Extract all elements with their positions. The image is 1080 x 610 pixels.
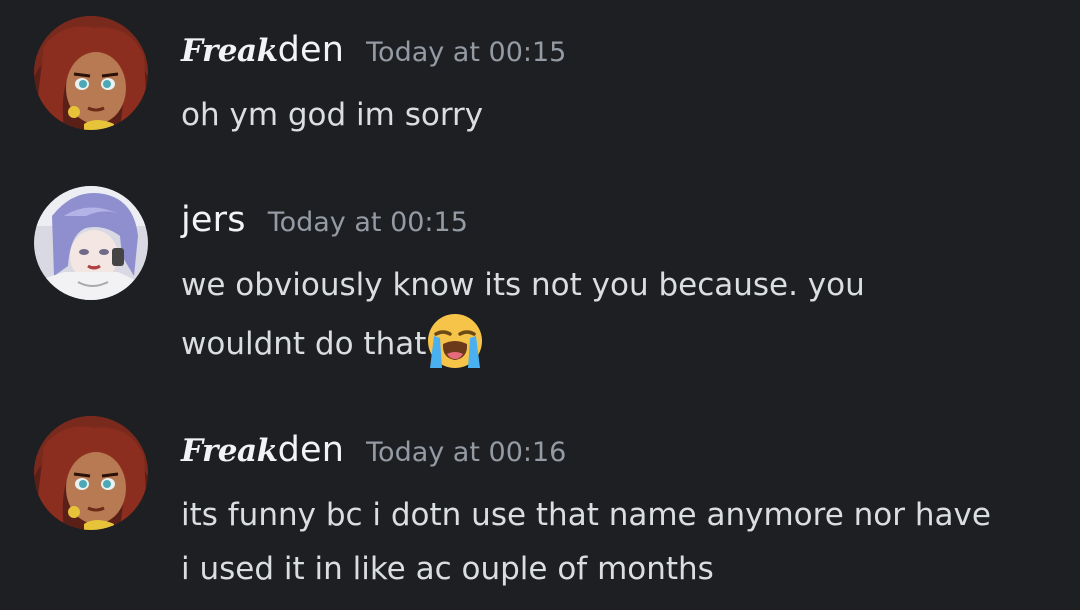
username[interactable]: jers bbox=[181, 200, 246, 240]
message-line: oh ym god im sorry bbox=[181, 97, 484, 133]
avatar-image bbox=[34, 416, 148, 530]
avatar[interactable] bbox=[34, 16, 148, 130]
message-line: i used it in like ac ouple of months bbox=[181, 551, 714, 587]
timestamp: Today at 00:16 bbox=[366, 437, 567, 468]
loudly-crying-face-icon bbox=[426, 312, 484, 370]
avatar-image bbox=[34, 16, 148, 130]
username[interactable]: Freakden bbox=[181, 30, 344, 70]
message-content: oh ym god im sorry bbox=[181, 88, 1061, 142]
message-line-with-emoji: wouldnt do that bbox=[181, 312, 1061, 371]
message-line: wouldnt do that bbox=[181, 326, 427, 362]
avatar[interactable] bbox=[34, 416, 148, 530]
message-header: Freakden Today at 00:15 bbox=[181, 30, 566, 70]
message-line: its funny bc i dotn use that name anymor… bbox=[181, 497, 991, 533]
message-header: Freakden Today at 00:16 bbox=[181, 430, 566, 470]
message-line: we obviously know its not you because. y… bbox=[181, 267, 865, 303]
message-header: jers Today at 00:15 bbox=[181, 200, 468, 240]
timestamp: Today at 00:15 bbox=[366, 37, 567, 68]
avatar-image bbox=[34, 186, 148, 300]
username[interactable]: Freakden bbox=[181, 430, 344, 470]
chat-log: Freakden Today at 00:15 oh ym god im sor… bbox=[0, 0, 1080, 610]
timestamp: Today at 00:15 bbox=[267, 207, 468, 238]
message-content: we obviously know its not you because. y… bbox=[181, 258, 1061, 371]
avatar[interactable] bbox=[34, 186, 148, 300]
message-content: its funny bc i dotn use that name anymor… bbox=[181, 488, 1061, 596]
